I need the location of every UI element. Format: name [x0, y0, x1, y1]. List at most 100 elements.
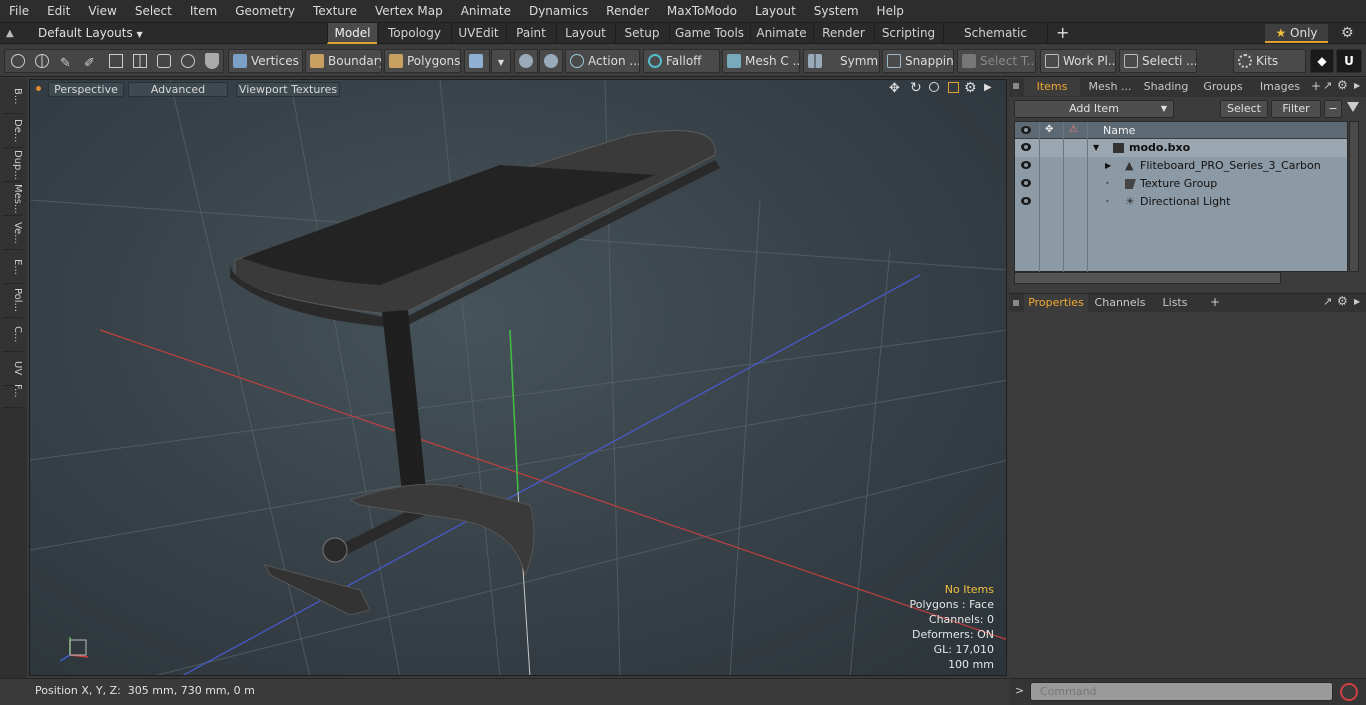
- frame-icon[interactable]: [157, 54, 171, 68]
- menu-view[interactable]: View: [79, 0, 125, 22]
- tab-topology[interactable]: Topology: [378, 23, 450, 44]
- snap-toggle-1[interactable]: [514, 49, 538, 73]
- zoom-icon[interactable]: [929, 82, 939, 92]
- name-column-header[interactable]: Name: [1103, 124, 1135, 137]
- add-item-button[interactable]: Add Item ▼: [1014, 100, 1174, 118]
- menu-select[interactable]: Select: [126, 0, 181, 22]
- snap-toggle-2[interactable]: [539, 49, 563, 73]
- snapping-button[interactable]: Snapping: [882, 49, 954, 73]
- left-tab-deform[interactable]: De...: [3, 114, 23, 148]
- tab-lists[interactable]: Lists: [1152, 294, 1198, 312]
- clock-icon[interactable]: [181, 54, 195, 68]
- viewport-more-icon[interactable]: ▶: [984, 82, 992, 93]
- select-button[interactable]: Select: [1220, 100, 1268, 118]
- left-tab-curve[interactable]: C...: [3, 318, 23, 352]
- selection-sets-button[interactable]: Selecti ...: [1119, 49, 1197, 73]
- menu-dynamics[interactable]: Dynamics: [520, 0, 597, 22]
- panel-arrow-icon[interactable]: ▶: [1354, 81, 1360, 90]
- tab-mesh-ops[interactable]: Mesh ...: [1082, 78, 1138, 96]
- eye-icon[interactable]: [1021, 161, 1031, 169]
- kits-button[interactable]: Kits: [1233, 49, 1306, 73]
- left-tab-fusion[interactable]: F...: [3, 374, 23, 408]
- pan-icon[interactable]: ✥: [889, 81, 900, 96]
- brush-icon[interactable]: ✐: [84, 53, 95, 72]
- only-toggle[interactable]: ★ Only: [1265, 24, 1328, 43]
- boundary-button[interactable]: Boundary: [305, 49, 382, 73]
- layout-arrow-icon[interactable]: ▲: [6, 27, 20, 40]
- menu-render[interactable]: Render: [597, 0, 658, 22]
- list-item[interactable]: ▼ modo.bxo: [1015, 139, 1347, 157]
- menu-animate[interactable]: Animate: [452, 0, 520, 22]
- tab-groups[interactable]: Groups: [1194, 78, 1252, 96]
- tab-properties[interactable]: Properties: [1024, 294, 1088, 312]
- mesh-constraint-button[interactable]: Mesh C ...: [722, 49, 800, 73]
- menu-file[interactable]: File: [0, 0, 38, 22]
- tab-items[interactable]: Items: [1024, 78, 1080, 96]
- rotate-icon[interactable]: ↻: [910, 80, 922, 96]
- left-tab-edge[interactable]: E...: [3, 250, 23, 284]
- expand-arrow-icon[interactable]: ▶: [1105, 157, 1111, 175]
- work-plane-button[interactable]: Work Pl...: [1040, 49, 1116, 73]
- eye-icon[interactable]: [1021, 197, 1031, 205]
- filter-button[interactable]: Filter: [1271, 100, 1321, 118]
- symmetry-button[interactable]: Symm ...: [803, 49, 880, 73]
- maximize-icon[interactable]: [948, 82, 959, 93]
- tab-render[interactable]: Render: [813, 23, 873, 44]
- record-icon[interactable]: [1340, 683, 1358, 701]
- menu-help[interactable]: Help: [868, 0, 913, 22]
- tab-images[interactable]: Images: [1254, 78, 1306, 96]
- perspective-button[interactable]: Perspective: [48, 82, 124, 97]
- polygons-button[interactable]: Polygons: [384, 49, 461, 73]
- tab-layout[interactable]: Layout: [556, 23, 614, 44]
- tab-scripting[interactable]: Scripting: [874, 23, 942, 44]
- tab-schematic-fusion[interactable]: Schematic Fusion: [943, 23, 1048, 60]
- viewport-gear-icon[interactable]: ⚙: [964, 80, 977, 96]
- left-tab-polygon[interactable]: Pol...: [3, 284, 23, 318]
- item-list-hscroll[interactable]: [1014, 272, 1281, 284]
- expand-arrow-icon[interactable]: ▼: [1093, 139, 1099, 157]
- panel-gear-icon[interactable]: ⚙: [1337, 78, 1348, 92]
- left-tab-vertex[interactable]: Ve...: [3, 216, 23, 250]
- add-tab-icon[interactable]: +: [1210, 295, 1220, 309]
- mode-dropdown[interactable]: ▼: [491, 49, 511, 73]
- select-tool-button[interactable]: Select T...: [957, 49, 1036, 73]
- left-tab-duplicate[interactable]: Dup...: [3, 148, 23, 182]
- expand-icon[interactable]: ↗: [1323, 79, 1332, 92]
- tab-animate[interactable]: Animate: [750, 23, 812, 44]
- pen-icon[interactable]: ✎: [60, 53, 71, 72]
- expand-icon[interactable]: ↗: [1323, 295, 1332, 308]
- menu-texture[interactable]: Texture: [304, 0, 366, 22]
- material-mode-button[interactable]: [464, 49, 490, 73]
- menu-vertex-map[interactable]: Vertex Map: [366, 0, 452, 22]
- left-tab-mesh[interactable]: Mes...: [3, 182, 23, 216]
- list-item[interactable]: • Texture Group: [1015, 175, 1347, 193]
- menu-geometry[interactable]: Geometry: [226, 0, 304, 22]
- menu-system[interactable]: System: [805, 0, 868, 22]
- tab-setup[interactable]: Setup: [615, 23, 668, 44]
- action-button[interactable]: Action ...: [565, 49, 640, 73]
- tab-channels[interactable]: Channels: [1091, 294, 1149, 312]
- tab-model[interactable]: Model: [327, 23, 377, 44]
- viewport-textures-button[interactable]: Viewport Textures: [236, 82, 340, 97]
- panel-arrow-icon[interactable]: ▶: [1354, 297, 1360, 306]
- align-icon[interactable]: [109, 54, 123, 68]
- panel-gear-icon[interactable]: ⚙: [1337, 294, 1348, 308]
- menu-maxtomodo[interactable]: MaxToModo: [658, 0, 746, 22]
- menu-edit[interactable]: Edit: [38, 0, 79, 22]
- advanced-button[interactable]: Advanced: [128, 82, 228, 97]
- eye-icon[interactable]: [1021, 179, 1031, 187]
- falloff-button[interactable]: Falloff: [643, 49, 720, 73]
- item-list-scrollbar[interactable]: [1349, 121, 1359, 272]
- tab-paint[interactable]: Paint: [506, 23, 555, 44]
- funnel-icon[interactable]: [1347, 102, 1359, 112]
- layout-selector[interactable]: Default Layouts ▼: [38, 23, 143, 44]
- left-tab-basic[interactable]: B...: [3, 80, 23, 114]
- unreal-button[interactable]: U: [1336, 49, 1362, 73]
- list-item[interactable]: • ☀ Directional Light: [1015, 193, 1347, 211]
- tab-game-tools[interactable]: Game Tools: [669, 23, 749, 44]
- shield-icon[interactable]: [205, 53, 219, 69]
- eye-icon[interactable]: [1021, 143, 1031, 151]
- gear-icon[interactable]: ⚙: [1341, 24, 1354, 43]
- collapse-icon[interactable]: −: [1324, 100, 1342, 118]
- 3d-viewport[interactable]: Perspective Advanced Viewport Textures ✥…: [29, 79, 1007, 676]
